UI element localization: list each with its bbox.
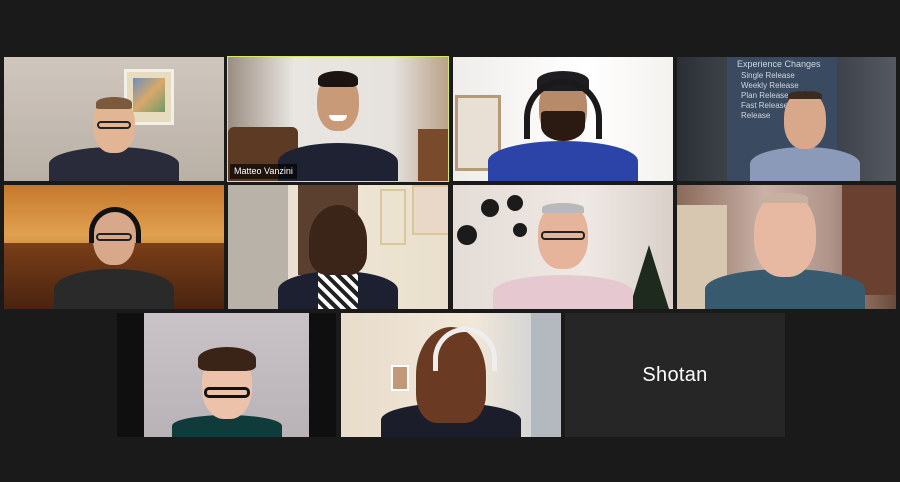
participant-tile-6[interactable] <box>228 185 448 309</box>
participant-tile-10[interactable] <box>341 313 561 437</box>
furniture <box>418 129 448 181</box>
participant-head <box>93 97 135 153</box>
participant-tile-8[interactable] <box>677 185 896 309</box>
participant-name-label: Matteo Vanzini <box>230 164 297 179</box>
poster-line: Weekly Release <box>741 81 799 90</box>
participant-tile-3[interactable] <box>453 57 673 181</box>
wall-picture <box>391 365 409 391</box>
poster-line: Fast Release <box>741 101 789 110</box>
participant-tile-5[interactable] <box>4 185 224 309</box>
participant-tile-1[interactable] <box>4 57 224 181</box>
poster-heading: Experience Changes <box>737 59 821 69</box>
vinyl-wall-art <box>453 185 543 265</box>
participant-tile-2[interactable]: Matteo Vanzini <box>227 56 449 182</box>
wall-picture <box>412 185 448 235</box>
wall-picture <box>380 189 406 245</box>
participant-head <box>784 91 826 149</box>
participant-torso <box>278 271 398 309</box>
participant-torso <box>750 147 860 181</box>
participant-head <box>538 203 588 269</box>
participant-tile-7[interactable] <box>453 185 673 309</box>
participant-torso <box>488 141 638 181</box>
poster-line: Single Release <box>741 71 795 80</box>
participant-head <box>309 205 367 275</box>
poster-line: Plan Release <box>741 91 789 100</box>
participant-head <box>317 71 359 131</box>
cabinet <box>531 313 561 437</box>
participant-tile-11[interactable]: Shotan <box>565 313 785 437</box>
participant-head <box>754 193 816 277</box>
participant-tile-4[interactable]: Experience Changes Single Release Weekly… <box>677 57 896 181</box>
participant-tile-9[interactable] <box>117 313 336 437</box>
participant-torso <box>493 275 633 309</box>
participant-torso <box>54 269 174 309</box>
participant-display-name: Shotan <box>642 363 708 386</box>
participant-head <box>197 347 256 419</box>
poster-line: Release <box>741 111 771 120</box>
